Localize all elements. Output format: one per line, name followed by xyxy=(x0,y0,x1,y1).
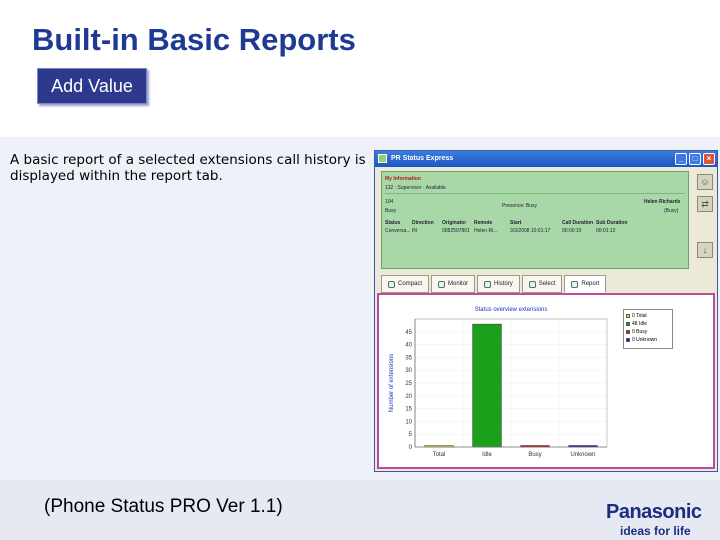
col-originator: Originator xyxy=(442,220,467,226)
side-toolbar: ☺ ⇄ ↓ xyxy=(695,171,715,264)
col-call-duration: Call Duration xyxy=(562,220,594,226)
legend-item: 0 Total xyxy=(626,312,670,320)
col-remote: Remote xyxy=(474,220,493,226)
supervisor-status: 132 : Supervisor · Available xyxy=(385,185,446,191)
tab-history[interactable]: History xyxy=(477,275,520,293)
cell-direction: IN xyxy=(412,228,417,234)
cell-originator: 0082507801 xyxy=(442,228,470,234)
col-sub-duration: Sub Duration xyxy=(596,220,628,226)
tab-select[interactable]: Select xyxy=(521,275,563,293)
tab-label: Monitor xyxy=(448,281,469,287)
x-tick-label: Total xyxy=(433,452,446,458)
user-status: (Busy) xyxy=(664,208,679,214)
tab-label: Select xyxy=(538,281,556,287)
monitor-icon xyxy=(438,280,446,288)
y-tick-label: 40 xyxy=(405,343,412,349)
report-icon xyxy=(571,280,579,288)
legend-item: 0 Unknown xyxy=(626,336,670,344)
slide-title: Built-in Basic Reports xyxy=(32,22,356,57)
legend-swatch xyxy=(626,314,630,318)
presence-label: Presence: Busy xyxy=(502,203,538,209)
tab-report[interactable]: Report xyxy=(564,275,607,293)
compact-icon xyxy=(388,280,395,288)
y-tick-label: 5 xyxy=(409,432,413,438)
extension-status: Busy xyxy=(385,208,397,214)
add-value-badge: Add Value xyxy=(37,68,147,104)
legend-swatch xyxy=(626,338,630,342)
x-tick-label: Unknown xyxy=(570,452,595,458)
version-note: (Phone Status PRO Ver 1.1) xyxy=(44,496,283,517)
y-tick-label: 25 xyxy=(405,381,412,387)
maximize-button[interactable]: □ xyxy=(689,153,701,165)
tab-label: Report xyxy=(581,281,600,287)
y-tick-label: 45 xyxy=(405,330,412,336)
user-name: Helen Richards xyxy=(644,199,681,205)
y-axis-label: Number of extensions xyxy=(389,354,395,412)
y-tick-label: 15 xyxy=(405,407,412,413)
slide-description: A basic report of a selected extensions … xyxy=(10,152,366,184)
app-window: PR Status Express _ □ × My Information 1… xyxy=(374,150,718,472)
cell-call-duration: 00:00:10 xyxy=(562,228,582,234)
app-icon xyxy=(378,154,387,163)
col-start: Start xyxy=(510,220,522,226)
x-tick-label: Busy xyxy=(528,452,541,458)
extension-number: 104 xyxy=(385,199,394,205)
status-overview-chart: Status overview extensions Number of exte… xyxy=(389,307,608,458)
tab-monitor[interactable]: Monitor xyxy=(431,275,476,293)
my-information-heading: My Information xyxy=(385,176,421,182)
col-direction: Direction xyxy=(412,220,434,226)
y-tick-label: 20 xyxy=(405,394,412,400)
legend-item: 0 Busy xyxy=(626,328,670,336)
brand-logo: Panasonic xyxy=(606,501,702,523)
y-tick-label: 30 xyxy=(405,368,412,374)
report-panel: Status overview extensions Number of exte… xyxy=(377,293,715,469)
close-button[interactable]: × xyxy=(703,153,715,165)
x-tick-label: Idle xyxy=(482,452,492,458)
legend-swatch xyxy=(626,330,630,334)
tab-compact[interactable]: Compact xyxy=(381,275,430,293)
col-status: Status xyxy=(385,220,401,226)
my-information-panel: My Information 132 : Supervisor · Availa… xyxy=(381,171,689,269)
y-tick-label: 35 xyxy=(405,355,412,361)
legend-label: 0 Unknown xyxy=(632,337,658,343)
cell-start: 3/3/2008 10:01:17 xyxy=(510,228,551,234)
chart-legend: 0 Total 48 Idle 0 Busy 0 Unknown xyxy=(623,309,673,349)
select-icon xyxy=(528,280,536,288)
y-tick-label: 10 xyxy=(405,419,412,425)
legend-swatch xyxy=(626,322,630,326)
minimize-button[interactable]: _ xyxy=(675,153,687,165)
tab-label: Compact xyxy=(398,281,423,287)
legend-item: 48 Idle xyxy=(626,320,670,328)
transfer-icon[interactable]: ⇄ xyxy=(697,196,713,212)
tab-bar: Compact Monitor History Select Report xyxy=(381,275,607,293)
cell-status: Conversa... xyxy=(385,228,411,234)
window-title: PR Status Express xyxy=(391,155,454,162)
cell-sub-duration: 00:01:12 xyxy=(596,228,616,234)
legend-label: 0 Total xyxy=(632,313,647,319)
window-titlebar[interactable]: PR Status Express _ □ × xyxy=(375,151,717,167)
y-tick-label: 0 xyxy=(409,445,413,451)
cell-remote: Helen Ri... xyxy=(474,228,498,234)
brand-tagline: ideas for life xyxy=(620,524,691,538)
legend-label: 48 Idle xyxy=(632,321,648,327)
history-icon xyxy=(484,280,492,288)
bar-idle xyxy=(472,323,502,448)
download-icon[interactable]: ↓ xyxy=(697,242,713,258)
tab-label: History xyxy=(494,281,513,287)
legend-label: 0 Busy xyxy=(632,329,648,335)
contacts-icon[interactable]: ☺ xyxy=(697,174,713,190)
chart-title: Status overview extensions xyxy=(475,307,548,313)
